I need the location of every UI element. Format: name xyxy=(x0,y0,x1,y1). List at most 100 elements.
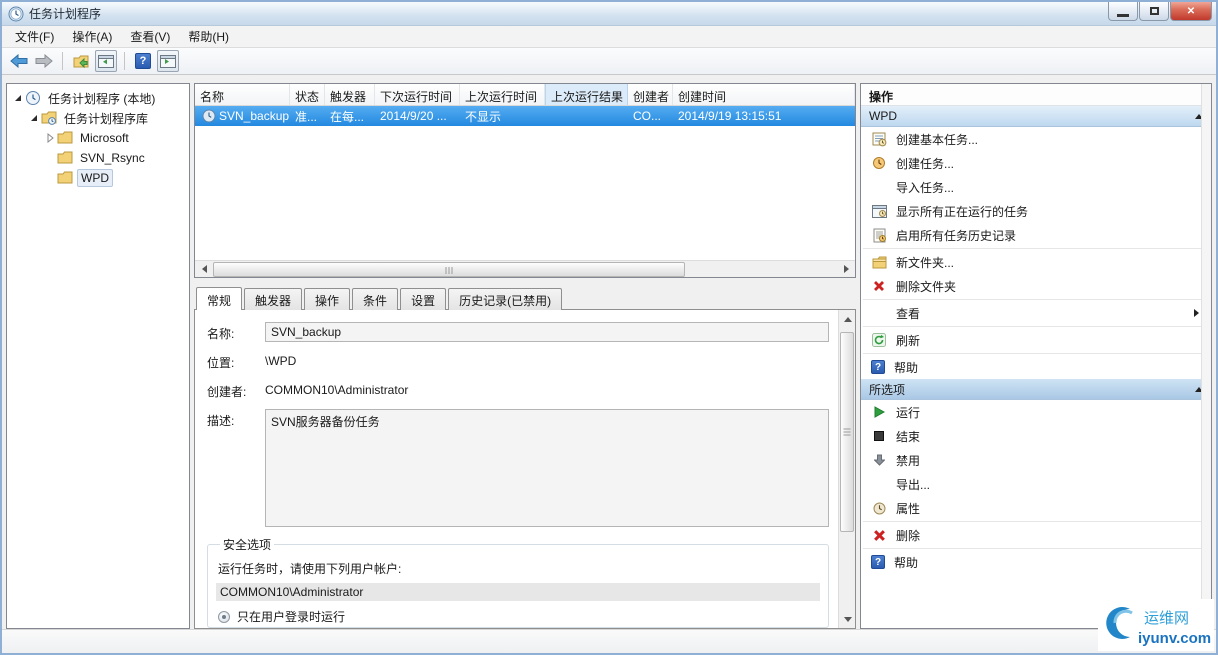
tree-item-label[interactable]: SVN_Rsync xyxy=(77,150,148,166)
action-label: 禁用 xyxy=(896,453,921,468)
menu-action[interactable]: 操作(A) xyxy=(63,25,121,48)
action-label: 启用所有任务历史记录 xyxy=(896,228,1017,243)
action-view[interactable]: 查看 xyxy=(861,301,1211,325)
location-label: 位置: xyxy=(207,356,235,370)
back-button[interactable] xyxy=(8,50,30,72)
tree-item-root[interactable]: 任务计划程序 (本地) xyxy=(7,88,189,108)
back-arrow-icon xyxy=(10,54,28,68)
tab-conditions[interactable]: 条件 xyxy=(352,288,399,310)
column-header-status[interactable]: 状态 xyxy=(290,84,325,105)
iyunv-watermark: 运维网 iyunv.com xyxy=(1098,599,1214,651)
action-properties[interactable]: 属性 xyxy=(861,496,1211,520)
horizontal-scrollbar[interactable] xyxy=(195,260,855,277)
svg-text:iyunv.com: iyunv.com xyxy=(1138,630,1211,647)
actions-pane-title: 操作 xyxy=(861,84,1211,106)
author-value: COMMON10\Administrator xyxy=(265,383,409,397)
action-help[interactable]: ? 帮助 xyxy=(861,355,1211,379)
toggle-console-tree-button[interactable] xyxy=(95,50,117,72)
tree-item-label-selected[interactable]: WPD xyxy=(77,169,113,187)
name-field[interactable]: SVN_backup xyxy=(265,322,829,342)
menu-file[interactable]: 文件(F) xyxy=(6,25,63,48)
action-label: 创建基本任务... xyxy=(896,132,979,147)
action-import-task[interactable]: 导入任务... xyxy=(861,175,1211,199)
tree-item-wpd[interactable]: WPD xyxy=(7,168,189,188)
action-end[interactable]: 结束 xyxy=(861,424,1211,448)
vertical-scrollbar[interactable] xyxy=(838,310,855,628)
close-icon: ✕ xyxy=(1186,5,1196,17)
help-button[interactable]: ? xyxy=(132,50,154,72)
export-list-button[interactable] xyxy=(70,50,92,72)
action-export[interactable]: 导出... xyxy=(861,472,1211,496)
tree-item-label[interactable]: 任务计划程序 (本地) xyxy=(45,89,158,108)
action-create-basic-task[interactable]: 创建基本任务... xyxy=(861,127,1211,151)
tree-item-label[interactable]: 任务计划程序库 xyxy=(61,109,151,128)
toolbar: ? xyxy=(2,48,1216,75)
minimize-button[interactable] xyxy=(1108,2,1138,21)
window-bottom-strip xyxy=(2,629,1216,653)
expanded-twisty-icon[interactable] xyxy=(29,113,39,123)
scroll-right-button[interactable] xyxy=(838,260,855,277)
tree-item-library[interactable]: 任务计划程序库 xyxy=(7,108,189,128)
column-header-name[interactable]: 名称 xyxy=(195,84,290,105)
forward-button[interactable] xyxy=(33,50,55,72)
selected-item-section-header[interactable]: 所选项 xyxy=(861,379,1211,400)
action-refresh[interactable]: 刷新 xyxy=(861,328,1211,352)
tab-settings[interactable]: 设置 xyxy=(400,288,447,310)
task-clock-icon xyxy=(202,109,216,123)
tree-item-microsoft[interactable]: Microsoft xyxy=(7,128,189,148)
menu-view[interactable]: 查看(V) xyxy=(121,25,179,48)
radio-selected-icon[interactable] xyxy=(218,610,230,623)
tab-history[interactable]: 历史记录(已禁用) xyxy=(448,288,563,310)
run-when-logged-on-option[interactable]: 只在用户登录时运行 xyxy=(216,608,820,625)
scrollbar-thumb[interactable] xyxy=(840,332,854,532)
toolbar-separator xyxy=(62,52,63,70)
close-button[interactable]: ✕ xyxy=(1170,2,1212,21)
general-tab-content: 名称: SVN_backup 位置: \WPD 创建者: COMMON10\Ad… xyxy=(194,309,856,629)
action-create-task[interactable]: 创建任务... xyxy=(861,151,1211,175)
scroll-down-button[interactable] xyxy=(839,611,855,628)
column-header-next-run[interactable]: 下次运行时间 xyxy=(375,84,460,105)
title-bar: 任务计划程序 ✕ xyxy=(2,2,1216,26)
task-row-selected[interactable]: SVN_backup 准... 在每... 2014/9/20 ... 不显示 … xyxy=(195,106,855,126)
scroll-left-button[interactable] xyxy=(195,260,212,277)
tab-triggers[interactable]: 触发器 xyxy=(244,288,303,310)
column-header-last-run[interactable]: 上次运行时间 xyxy=(460,84,545,105)
action-disable[interactable]: 禁用 xyxy=(861,448,1211,472)
scroll-up-button[interactable] xyxy=(839,310,855,327)
tree-item-svn-rsync[interactable]: SVN_Rsync xyxy=(7,148,189,168)
toggle-action-pane-button[interactable] xyxy=(157,50,179,72)
expanded-twisty-icon[interactable] xyxy=(13,93,23,103)
scroll-down-icon xyxy=(843,616,852,626)
column-header-last-result[interactable]: 上次运行结果 xyxy=(545,84,628,105)
action-new-folder[interactable]: 新文件夹... xyxy=(861,250,1211,274)
action-enable-task-history[interactable]: 启用所有任务历史记录 xyxy=(861,223,1211,247)
action-delete[interactable]: 删除 xyxy=(861,523,1211,547)
action-label: 创建任务... xyxy=(896,156,955,171)
scrollbar-thumb[interactable] xyxy=(213,261,685,277)
action-label: 帮助 xyxy=(894,555,919,570)
task-detail-pane: 常规 触发器 操作 条件 设置 历史记录(已禁用) 名称: SVN_backup… xyxy=(194,287,856,629)
action-show-running-tasks[interactable]: 显示所有正在运行的任务 xyxy=(861,199,1211,223)
task-name: SVN_backup xyxy=(219,109,290,123)
column-header-created[interactable]: 创建时间 xyxy=(673,84,855,105)
description-field[interactable]: SVN服务器备份任务 xyxy=(265,409,829,527)
action-delete-folder[interactable]: 删除文件夹 xyxy=(861,274,1211,298)
security-instruction: 运行任务时，请使用下列用户帐户: xyxy=(218,562,402,576)
tab-general[interactable]: 常规 xyxy=(196,287,243,310)
action-label: 导出... xyxy=(896,477,931,492)
restore-button[interactable] xyxy=(1139,2,1169,21)
scroll-up-icon xyxy=(843,313,852,322)
action-run[interactable]: 运行 xyxy=(861,400,1211,424)
security-options-legend: 安全选项 xyxy=(223,538,272,552)
action-help-selected[interactable]: ? 帮助 xyxy=(861,550,1211,574)
wpd-section-header[interactable]: WPD xyxy=(861,106,1211,127)
delete-folder-icon xyxy=(871,278,887,294)
action-separator xyxy=(863,248,1209,249)
menu-bar: 文件(F) 操作(A) 查看(V) 帮助(H) xyxy=(2,26,1216,48)
tab-actions[interactable]: 操作 xyxy=(304,288,351,310)
column-header-author[interactable]: 创建者 xyxy=(628,84,673,105)
menu-help[interactable]: 帮助(H) xyxy=(179,25,238,48)
column-header-trigger[interactable]: 触发器 xyxy=(325,84,375,105)
collapsed-twisty-icon[interactable] xyxy=(45,133,55,143)
tree-item-label[interactable]: Microsoft xyxy=(77,130,132,146)
